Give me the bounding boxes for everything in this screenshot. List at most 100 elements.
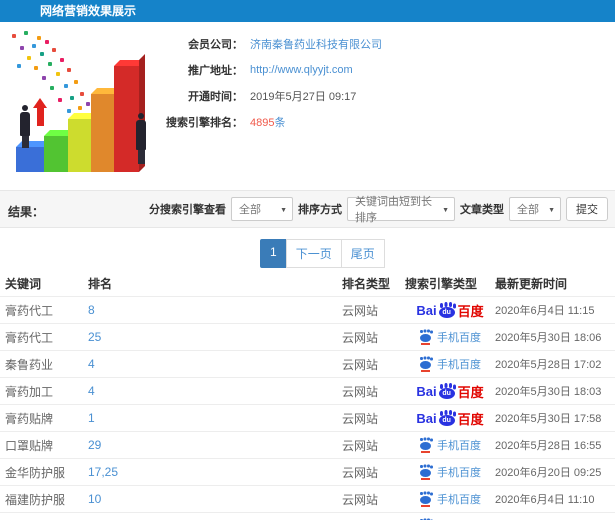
keyword-cell: 膏药代工: [5, 330, 54, 345]
rank-link[interactable]: 25: [88, 330, 342, 344]
engine-logo-baidu: Bai du 百度: [416, 301, 483, 320]
paw-pad: [420, 441, 431, 450]
engine-logo-baidu: Bai du 百度: [416, 409, 483, 428]
updated-cell: 2020年5月30日 17:58: [495, 413, 602, 425]
rank-count-number: 4895: [250, 116, 275, 129]
updated-cell: 2020年6月4日 11:15: [495, 305, 595, 317]
sort-filter-value: 关键词由短到长排序: [355, 196, 432, 224]
baidu-paw-icon: du: [438, 410, 457, 426]
info-value[interactable]: 济南秦鲁药业科技有限公司: [250, 36, 382, 52]
table-row: 膏药加工 4 云网站 Bai du 百度 2020年5月30日 18:03: [0, 377, 615, 404]
mobile-baidu-paw-icon: [419, 329, 433, 345]
info-row: 推广地址： http://www.qlyyjt.com: [161, 62, 382, 77]
illustration-bar-blue: [16, 147, 46, 172]
keyword-cell: 秦鲁药业: [5, 357, 54, 372]
paw-toes: [420, 464, 423, 468]
mobile-baidu-text: 手机百度: [437, 332, 481, 344]
updated-cell: 2020年5月30日 18:06: [495, 332, 602, 344]
table-row: 秦鲁药业 4 云网站 手机百度 2020年5月28日 17:02: [0, 350, 615, 377]
paw-pad: [420, 360, 431, 369]
engine-logo-mobile-baidu: 手机百度: [419, 356, 481, 372]
rank-link[interactable]: 17,25: [88, 465, 342, 479]
rank-link[interactable]: 1: [88, 411, 342, 425]
article-type-value: 全部: [517, 204, 539, 216]
engine-logo-mobile-baidu: 手机百度: [419, 329, 481, 345]
column-header: 最新更新时间: [495, 276, 568, 291]
company-info-list: 会员公司： 济南秦鲁药业科技有限公司 推广地址： http://www.qlyyjt.…: [161, 36, 382, 140]
illustration-bar-yellow: [68, 119, 93, 172]
updated-cell: 2020年6月4日 11:10: [495, 494, 595, 506]
caret-down-icon: [438, 203, 449, 215]
rank-link[interactable]: 29: [88, 438, 342, 452]
engine-logo-mobile-baidu: 手机百度: [419, 437, 481, 453]
mobile-baidu-paw-icon: [419, 356, 433, 372]
mobile-baidu-paw-icon: [419, 464, 433, 480]
article-type-select[interactable]: 全部: [509, 197, 561, 221]
rank-link[interactable]: 8: [88, 303, 342, 317]
engine-logo-mobile-baidu: 手机百度: [419, 491, 481, 507]
baidu-bai-text: Bai: [416, 410, 437, 426]
page-number-current[interactable]: 1: [260, 239, 287, 268]
results-table: 关键词 排名 排名类型 搜索引擎类型 最新更新时间 膏药代工 8 云网站 Bai du 百度 202…: [0, 270, 615, 520]
paw-toes: [420, 356, 423, 360]
info-label: 搜索引擎排名：: [166, 116, 243, 129]
info-value: 2019年5月27日 09:17: [250, 90, 357, 103]
table-row: 膏药贴牌 1 云网站 Bai du 百度 2020年5月30日 17:58: [0, 404, 615, 431]
baidu-cn-text: 百度: [457, 411, 484, 427]
rank-link[interactable]: 4: [88, 357, 342, 371]
rank-type-cell: 云网站: [342, 357, 379, 372]
mobile-baidu-text: 手机百度: [437, 440, 481, 452]
bar-chart-illustration: [2, 28, 174, 180]
keyword-cell: 膏药贴牌: [5, 411, 54, 426]
engine-filter-select[interactable]: 全部: [231, 197, 293, 221]
info-value[interactable]: http://www.qlyyjt.com: [250, 64, 353, 76]
rank-count-unit: 条: [274, 116, 286, 129]
page: 网络营销效果展示 会员公司： 济南秦鲁药业科技有限公司 推广地址： http://ww…: [0, 0, 615, 520]
paw-underline: [421, 504, 430, 507]
paw-pad: du: [438, 388, 455, 399]
paw-pad: du: [438, 307, 455, 318]
paw-underline: [421, 477, 430, 480]
paw-pad: [420, 468, 431, 477]
table-row: 福建防护服 10 云网站 手机百度 2020年6月4日 11:10: [0, 485, 615, 512]
illustration-bar-green: [44, 136, 70, 172]
column-header: 关键词: [5, 276, 42, 291]
engine-logo-baidu: Bai du 百度: [416, 382, 483, 401]
next-page-button[interactable]: 下一页: [285, 239, 342, 268]
keyword-cell: 福建防护服: [5, 492, 66, 507]
submit-button[interactable]: 提交: [566, 197, 608, 221]
up-arrow-icon: [33, 98, 48, 126]
engine-cell: 手机百度: [405, 437, 495, 453]
info-row: 会员公司： 济南秦鲁药业科技有限公司: [161, 36, 382, 51]
mobile-baidu-paw-icon: [419, 437, 433, 453]
engine-filter-value: 全部: [239, 204, 261, 216]
engine-cell: 手机百度: [405, 491, 495, 507]
illustration-bar-orange: [91, 94, 115, 172]
mobile-baidu-text: 手机百度: [437, 467, 481, 479]
rank-type-cell: 云网站: [342, 438, 379, 453]
paw-underline: [421, 342, 430, 345]
keyword-cell: 膏药代工: [5, 303, 54, 318]
businessman-right-figure: [136, 113, 146, 164]
mobile-baidu-text: 手机百度: [437, 494, 481, 506]
sort-filter-select[interactable]: 关键词由短到长排序: [347, 196, 455, 224]
rank-link[interactable]: 4: [88, 384, 342, 398]
rank-link[interactable]: 10: [88, 492, 342, 506]
paw-underline: [421, 369, 430, 372]
info-label: 推广地址：: [188, 64, 243, 77]
info-row: 开通时间： 2019年5月27日 09:17: [161, 88, 382, 103]
info-label: 会员公司：: [188, 38, 243, 51]
caret-down-icon: [544, 203, 555, 215]
baidu-bai-text: Bai: [416, 302, 437, 318]
engine-cell: Bai du 百度: [405, 409, 495, 428]
baidu-bai-text: Bai: [416, 383, 437, 399]
last-page-button[interactable]: 尾页: [340, 239, 385, 268]
column-header: 排名: [88, 276, 113, 291]
rank-type-cell: 云网站: [342, 303, 379, 318]
baidu-cn-text: 百度: [457, 303, 484, 319]
info-label: 开通时间：: [188, 90, 243, 103]
pagination: 1 下一页 尾页: [260, 239, 385, 268]
rank-type-cell: 云网站: [342, 465, 379, 480]
rank-type-cell: 云网站: [342, 411, 379, 426]
info-row: 搜索引擎排名： 4895条: [161, 114, 382, 129]
